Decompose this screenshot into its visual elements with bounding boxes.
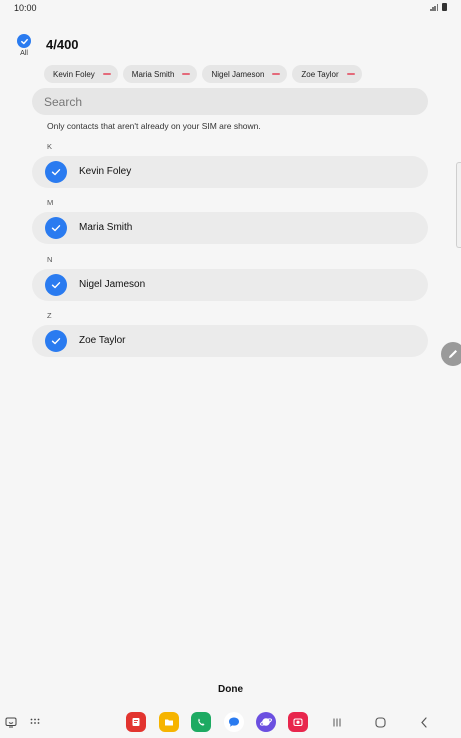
contact-name: Zoe Taylor	[79, 335, 126, 346]
status-icons	[430, 3, 447, 11]
battery-icon	[442, 3, 447, 11]
contact-row[interactable]: Maria Smith	[32, 212, 428, 244]
signal-icon	[430, 3, 439, 11]
back-icon[interactable]	[414, 712, 434, 732]
contact-row[interactable]: Zoe Taylor	[32, 325, 428, 357]
contact-name: Maria Smith	[79, 222, 133, 233]
contact-row[interactable]: Nigel Jameson	[32, 269, 428, 301]
index-letter: M	[47, 198, 54, 207]
selected-chip[interactable]: Maria Smith	[122, 65, 198, 83]
phone-app-icon[interactable]	[191, 712, 211, 732]
search-input[interactable]	[32, 88, 428, 115]
remove-icon[interactable]	[272, 73, 281, 75]
done-button[interactable]: Done	[0, 684, 461, 695]
edit-button[interactable]	[441, 342, 461, 366]
selected-count: 4/400	[46, 37, 79, 52]
contact-row[interactable]: Kevin Foley	[32, 156, 428, 188]
checkbox-checked-icon	[45, 217, 67, 239]
selected-chip[interactable]: Nigel Jameson	[202, 65, 288, 83]
contact-name: Kevin Foley	[79, 166, 132, 177]
notes-app-icon[interactable]	[126, 712, 146, 732]
check-icon	[17, 34, 31, 48]
home-icon[interactable]	[370, 712, 390, 732]
selected-chips: Kevin Foley Maria Smith Nigel Jameson Zo…	[44, 65, 362, 83]
chip-label: Maria Smith	[131, 69, 175, 79]
camera-app-icon[interactable]	[288, 712, 308, 732]
remove-icon[interactable]	[102, 73, 111, 75]
screen-keyboard-icon[interactable]	[4, 712, 18, 732]
select-all-checkbox[interactable]: All	[14, 34, 34, 57]
index-letter: N	[47, 255, 53, 264]
sim-notice: Only contacts that aren't already on you…	[47, 121, 261, 131]
checkbox-checked-icon	[45, 274, 67, 296]
status-time: 10:00	[14, 3, 37, 13]
remove-icon[interactable]	[182, 73, 191, 75]
internet-app-icon[interactable]	[256, 712, 276, 732]
edge-panel-handle[interactable]	[456, 162, 461, 248]
index-letter: Z	[47, 311, 52, 320]
messages-app-icon[interactable]	[224, 712, 244, 732]
select-all-label: All	[20, 50, 28, 57]
chip-label: Kevin Foley	[53, 69, 95, 79]
chip-label: Zoe Taylor	[301, 69, 339, 79]
pencil-icon	[449, 350, 457, 358]
recent-apps-icon[interactable]	[327, 712, 347, 732]
navigation-bar	[0, 709, 461, 738]
remove-icon[interactable]	[346, 73, 355, 75]
checkbox-checked-icon	[45, 330, 67, 352]
checkbox-checked-icon	[45, 161, 67, 183]
app-drawer-icon[interactable]	[28, 712, 42, 732]
status-bar: 10:00	[0, 0, 461, 18]
chip-label: Nigel Jameson	[211, 69, 265, 79]
files-app-icon[interactable]	[159, 712, 179, 732]
index-letter: K	[47, 142, 53, 151]
contact-name: Nigel Jameson	[79, 279, 146, 290]
selected-chip[interactable]: Zoe Taylor	[292, 65, 362, 83]
selected-chip[interactable]: Kevin Foley	[44, 65, 118, 83]
